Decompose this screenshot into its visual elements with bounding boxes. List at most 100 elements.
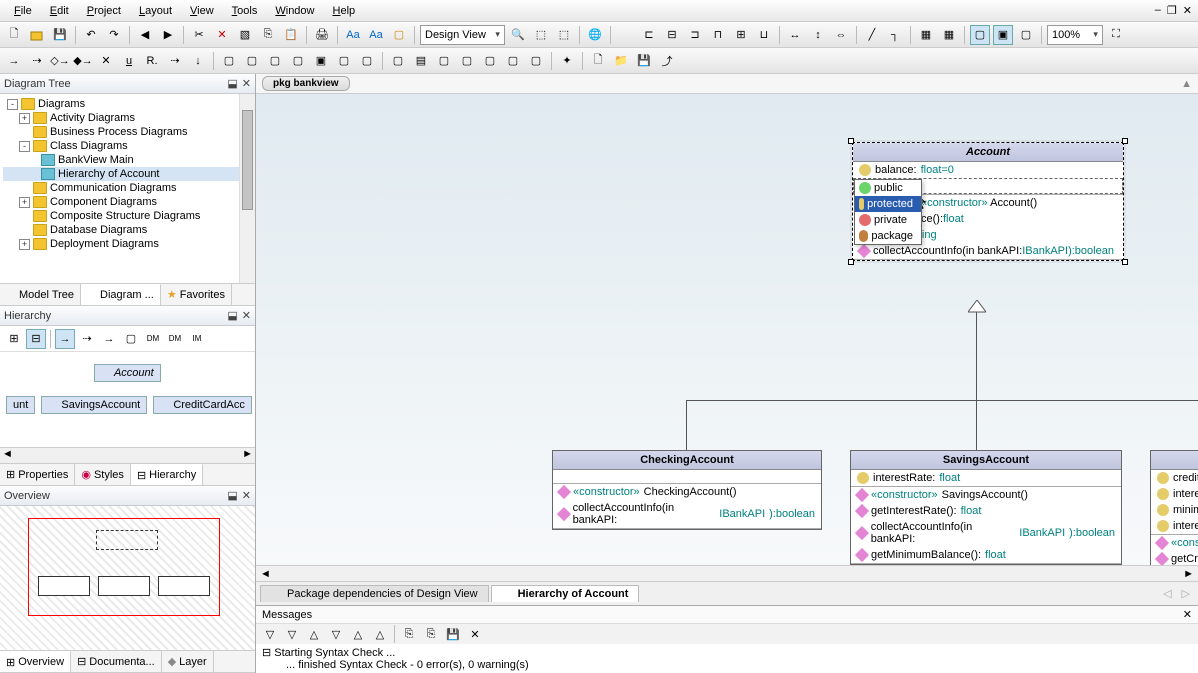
msg-nav-5[interactable]: △ — [348, 624, 368, 644]
prev-icon[interactable]: ◀ — [135, 25, 155, 45]
menu-project[interactable]: Project — [79, 3, 129, 19]
h-tool-9[interactable]: IM — [187, 329, 207, 349]
pin-icon[interactable]: ⬓ — [227, 489, 237, 502]
tab-styles[interactable]: ◉Styles — [75, 464, 131, 485]
save-icon[interactable]: 💾 — [50, 25, 70, 45]
comp-icon[interactable]: ◆→ — [73, 51, 93, 71]
menu-file[interactable]: FFileile — [6, 3, 40, 19]
line-ortho-icon[interactable]: ┐ — [885, 25, 905, 45]
copy-icon[interactable]: ⎘ — [258, 25, 278, 45]
tab-favorites[interactable]: ★Favorites — [161, 284, 232, 305]
diagram-tree[interactable]: -Diagrams +Activity Diagrams Business Pr… — [0, 94, 255, 283]
delete-icon[interactable]: ✕ — [212, 25, 232, 45]
tb2-icon-1[interactable]: ↓ — [188, 51, 208, 71]
tree-scrollbar[interactable] — [239, 94, 255, 283]
tb-icon-3[interactable]: ⬚ — [554, 25, 574, 45]
menu-help[interactable]: Help — [325, 3, 364, 19]
h-tool-6[interactable]: ▢ — [121, 329, 141, 349]
line-straight-icon[interactable]: ╱ — [862, 25, 882, 45]
open-icon[interactable] — [27, 25, 47, 45]
class-checking[interactable]: CheckingAccount «constructor» CheckingAc… — [552, 450, 822, 530]
msg-copy-icon[interactable]: ⎘ — [399, 624, 419, 644]
tab-pkg-dep[interactable]: Package dependencies of Design View — [260, 585, 489, 602]
msg-nav-3[interactable]: △ — [304, 624, 324, 644]
scroll-left-icon[interactable]: ◄ — [2, 448, 13, 463]
tb-icon-1[interactable]: ▧ — [235, 25, 255, 45]
cross-icon[interactable]: ✕ — [96, 51, 116, 71]
msg-clear-icon[interactable]: ✕ — [465, 624, 485, 644]
frame-icon[interactable]: ▢ — [288, 51, 308, 71]
tab-hierarchy[interactable]: ⊟Hierarchy — [131, 464, 203, 485]
h-tool-5[interactable]: → — [99, 329, 119, 349]
space-h-icon[interactable]: ↔ — [785, 25, 805, 45]
overview-canvas[interactable] — [0, 506, 255, 650]
messages-close-icon[interactable]: ✕ — [1183, 608, 1192, 621]
constraint-icon[interactable]: ▢ — [265, 51, 285, 71]
space-v-icon[interactable]: ↕ — [808, 25, 828, 45]
folder-icon[interactable]: 📁 — [611, 51, 631, 71]
tabs-next-icon[interactable]: ▷ — [1178, 587, 1194, 600]
pin-icon[interactable]: ⬓ — [227, 77, 237, 90]
tab-diagram-tree[interactable]: Diagram ... — [81, 284, 161, 305]
frame3-icon[interactable]: ▢ — [334, 51, 354, 71]
r-icon[interactable]: R. — [142, 51, 162, 71]
close-panel-icon[interactable]: ✕ — [242, 489, 251, 502]
new-icon[interactable]: 🗋 — [4, 25, 24, 45]
h-tool-8[interactable]: DM — [165, 329, 185, 349]
tb-icon-2[interactable]: ⬚ — [531, 25, 551, 45]
msg-nav-4[interactable]: ▽ — [326, 624, 346, 644]
globe-icon[interactable]: 🌐 — [585, 25, 605, 45]
dropdown-protected[interactable]: protected — [855, 196, 921, 212]
cut-icon[interactable]: ✂ — [189, 25, 209, 45]
snap-icon[interactable]: ▦ — [939, 25, 959, 45]
align-right-icon[interactable]: ⊐ — [685, 25, 705, 45]
note-icon[interactable]: ▢ — [219, 51, 239, 71]
highlight-icon[interactable]: ▢ — [389, 25, 409, 45]
tree-item-hierarchy[interactable]: Hierarchy of Account — [3, 167, 252, 181]
align-center-icon[interactable]: ⊟ — [662, 25, 682, 45]
class-savings[interactable]: SavingsAccount interestRate:float «const… — [850, 450, 1122, 565]
align-middle-icon[interactable]: ⊞ — [731, 25, 751, 45]
h-tool-3[interactable]: → — [55, 329, 75, 349]
tab-overview[interactable]: ⊞Overview — [0, 651, 71, 672]
dropdown-package[interactable]: package — [855, 228, 921, 244]
diagram-viewport[interactable]: Account balance:float=0 public protected… — [256, 94, 1198, 581]
g2-icon[interactable]: ▤ — [411, 51, 431, 71]
dashed-arrow-icon[interactable]: ⇢ — [27, 51, 47, 71]
menu-tools[interactable]: Tools — [224, 3, 266, 19]
next-icon[interactable]: ▶ — [158, 25, 178, 45]
agg-icon[interactable]: ◇→ — [50, 51, 70, 71]
tab-documentation[interactable]: ⊟Documenta... — [71, 651, 162, 672]
close-panel-icon[interactable]: ✕ — [242, 309, 251, 322]
h-tool-1[interactable]: ⊞ — [4, 329, 24, 349]
find-element-icon[interactable]: 🔍 — [508, 25, 528, 45]
h-node-account[interactable]: Account — [94, 364, 160, 382]
redo-icon[interactable]: ↷ — [104, 25, 124, 45]
minimize-icon[interactable]: – — [1155, 4, 1161, 17]
tab-properties[interactable]: ⊞Properties — [0, 464, 75, 485]
fit-icon[interactable]: ⛶ — [1106, 25, 1126, 45]
restore-icon[interactable]: ❐ — [1167, 4, 1177, 17]
menu-edit[interactable]: Edit — [42, 3, 77, 19]
distribute-icon[interactable]: ⇔ — [831, 25, 851, 45]
class-account[interactable]: Account balance:float=0 public protected… — [852, 142, 1124, 261]
hierarchy-view[interactable]: Account unt SavingsAccount CreditCardAcc… — [0, 352, 255, 463]
menu-layout[interactable]: Layout — [131, 3, 180, 19]
tab-layer[interactable]: ◆Layer — [162, 651, 214, 672]
close-panel-icon[interactable]: ✕ — [242, 77, 251, 90]
arrow-icon[interactable]: → — [4, 51, 24, 71]
replace-icon[interactable]: Aa — [366, 25, 386, 45]
view-mode-2-icon[interactable]: ▣ — [993, 25, 1013, 45]
canvas-h-scrollbar[interactable]: ◄► — [256, 565, 1198, 581]
close-icon[interactable]: ✕ — [1183, 4, 1192, 17]
paste-icon[interactable]: 📋 — [281, 25, 301, 45]
align-left-icon[interactable]: ⊏ — [639, 25, 659, 45]
exit-icon[interactable]: ⤴ — [657, 51, 677, 71]
g4-icon[interactable]: ▢ — [457, 51, 477, 71]
visibility-dropdown[interactable]: public protected private package — [854, 179, 922, 245]
grid-icon[interactable]: ▦ — [916, 25, 936, 45]
h-tool-4[interactable]: ⇢ — [77, 329, 97, 349]
view-mode-3-icon[interactable]: ▢ — [1016, 25, 1036, 45]
msg-save-icon[interactable]: 💾 — [443, 624, 463, 644]
scroll-right-icon[interactable]: ► — [242, 448, 253, 463]
